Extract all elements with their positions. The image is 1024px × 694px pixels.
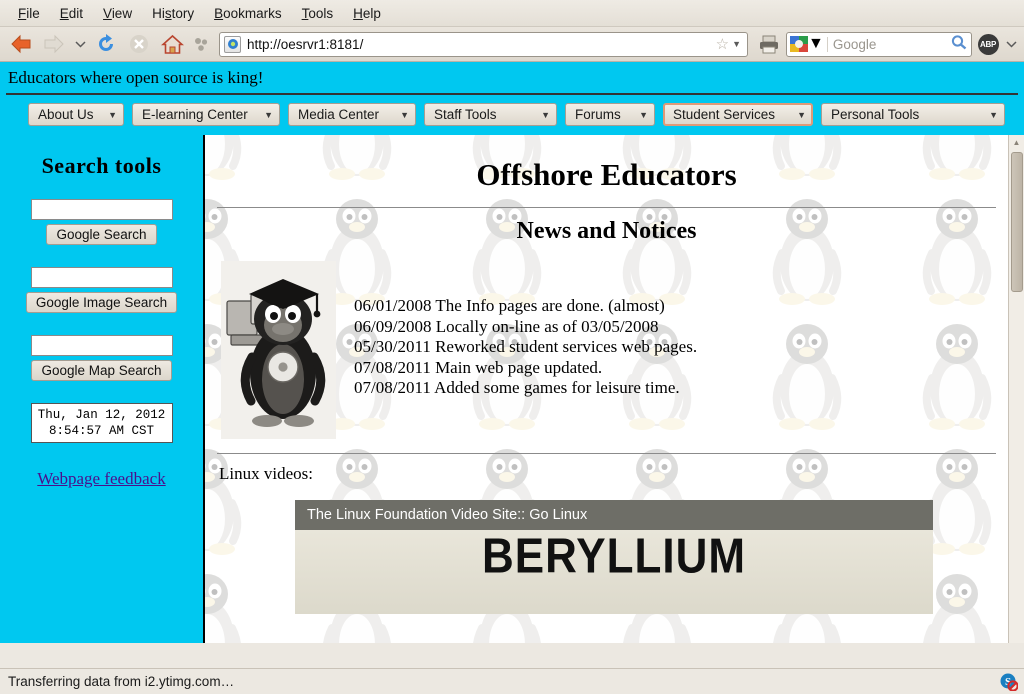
menu-tools[interactable]: Tools (292, 4, 344, 23)
url-bar[interactable]: http://oesrvr1:8181/ ☆ ▼ (219, 31, 748, 57)
browser-window: File Edit View History Bookmarks Tools Help (0, 0, 1024, 694)
nav-dropdown-label: Personal Tools (831, 107, 920, 122)
browser-menubar: File Edit View History Bookmarks Tools Help (0, 0, 1024, 27)
page-body: Search tools Google Search Google Image … (0, 135, 1024, 643)
menu-bookmarks[interactable]: Bookmarks (204, 4, 292, 23)
news-list: 06/01/2008 The Info pages are done. (alm… (354, 296, 697, 399)
graduate-penguin-image (221, 261, 336, 439)
chevron-down-icon: ▼ (264, 109, 273, 120)
nav-dropdown-student-services[interactable]: Student Services ▼ (663, 103, 813, 126)
site-nav-row: About Us ▼ E-learning Center ▼ Media Center ▼… (0, 103, 1024, 126)
chevron-down-icon: ▼ (400, 109, 409, 120)
news-item: 05/30/2011 Reworked student services web… (354, 337, 698, 356)
news-item: 06/09/2008 Locally on-line as of 03/05/2… (354, 316, 659, 336)
chevron-down-icon: ▼ (797, 109, 806, 120)
page-scrollbar[interactable]: ▲ (1008, 135, 1024, 643)
sidebar-search-tools: Search tools Google Search Google Image … (0, 135, 205, 643)
video-embed[interactable]: The Linux Foundation Video Site:: Go Lin… (295, 500, 933, 614)
menu-history[interactable]: History (142, 4, 204, 23)
back-arrow-icon[interactable] (6, 30, 36, 58)
search-input[interactable]: Google (826, 36, 950, 52)
main-content: Offshore Educators News and Notices 06/0… (205, 135, 1008, 643)
google-map-search-button[interactable]: Google Map Search (31, 360, 172, 381)
video-thumbnail[interactable]: BERYLLIUM (295, 530, 933, 614)
webpage-feedback-link[interactable]: Webpage feedback (37, 469, 165, 489)
skype-offline-icon[interactable]: S (1000, 673, 1019, 692)
google-logo-icon[interactable] (790, 36, 808, 52)
site-banner: Educators where open source is king! (0, 62, 1024, 93)
home-icon[interactable] (157, 30, 187, 58)
menu-help[interactable]: Help (343, 4, 391, 23)
adblock-dropdown-icon[interactable] (1004, 30, 1018, 58)
bookmark-star-icon[interactable]: ☆ (716, 35, 729, 53)
menu-file[interactable]: File (8, 4, 50, 23)
clock-time: 8:54:57 AM CST (48, 424, 155, 438)
video-thumbnail-text: BERYLLIUM (481, 530, 747, 584)
google-image-search-button[interactable]: Google Image Search (25, 292, 178, 313)
url-text[interactable]: http://oesrvr1:8181/ (247, 37, 713, 52)
news-item: 07/08/2011 Added some games for leisure … (354, 378, 680, 397)
divider-top (217, 207, 996, 208)
scrollbar-thumb[interactable] (1011, 152, 1023, 292)
adblock-plus-icon[interactable]: ABP (975, 30, 1001, 58)
nav-dropdown-label: Media Center (298, 107, 380, 122)
site-nav-band: About Us ▼ E-learning Center ▼ Media Center ▼… (0, 93, 1024, 135)
abp-badge: ABP (977, 33, 999, 55)
video-section-label: Linux videos: (219, 464, 313, 483)
google-map-search-input[interactable] (30, 335, 173, 356)
google-search-button[interactable]: Google Search (46, 224, 157, 245)
reload-icon[interactable] (91, 30, 121, 58)
nav-dropdown-label: About Us (38, 107, 94, 122)
feed-icon[interactable] (190, 30, 212, 58)
search-engine-dropdown-icon[interactable]: ▼ (808, 35, 824, 53)
chevron-down-icon: ▼ (639, 109, 648, 120)
nav-dropdown-staff-tools[interactable]: Staff Tools ▼ (424, 103, 557, 126)
search-magnifier-icon[interactable] (950, 34, 968, 55)
news-item: 06/01/2008 The Info pages are done. (alm… (354, 296, 665, 315)
stop-icon (124, 30, 154, 58)
google-search-input[interactable] (30, 199, 173, 220)
menu-view[interactable]: View (93, 4, 142, 23)
nav-dropdown-e-learning-center[interactable]: E-learning Center ▼ (132, 103, 280, 126)
video-title[interactable]: The Linux Foundation Video Site:: Go Lin… (295, 500, 933, 530)
menu-edit[interactable]: Edit (50, 4, 93, 23)
browser-navigation-toolbar: http://oesrvr1:8181/ ☆ ▼ ▼ Google ABP (0, 27, 1024, 62)
status-message: Transferring data from i2.ytimg.com… (8, 674, 235, 689)
url-dropdown-icon[interactable]: ▼ (732, 39, 741, 49)
page-title: Offshore Educators (476, 157, 737, 192)
search-bar[interactable]: ▼ Google (786, 31, 972, 57)
chevron-down-icon: ▼ (108, 109, 117, 120)
print-icon[interactable] (755, 30, 783, 58)
nav-divider (6, 93, 1018, 95)
nav-dropdown-label: E-learning Center (142, 107, 248, 122)
site-tagline: Educators where open source is king! (8, 67, 264, 87)
divider-bottom (217, 453, 996, 454)
news-item: 07/08/2011 Main web page updated. (354, 357, 603, 377)
clock-display: Thu, Jan 12, 2012 8:54:57 AM CST (30, 403, 173, 443)
nav-dropdown-forums[interactable]: Forums ▼ (565, 103, 655, 126)
nav-dropdown-label: Student Services (673, 107, 776, 122)
chevron-down-icon: ▼ (541, 109, 550, 120)
news-heading: News and Notices (516, 218, 697, 244)
nav-dropdown-media-center[interactable]: Media Center ▼ (288, 103, 416, 126)
clock-date: Thu, Jan 12, 2012 (37, 408, 166, 422)
history-dropdown-icon[interactable] (72, 30, 88, 58)
chevron-down-icon: ▼ (989, 109, 998, 120)
nav-dropdown-personal-tools[interactable]: Personal Tools ▼ (821, 103, 1005, 126)
nav-dropdown-label: Staff Tools (434, 107, 497, 122)
nav-dropdown-about-us[interactable]: About Us ▼ (28, 103, 124, 126)
forward-arrow-icon (39, 30, 69, 58)
status-bar: Transferring data from i2.ytimg.com… S (0, 668, 1024, 694)
scroll-up-icon[interactable]: ▲ (1009, 135, 1024, 150)
sidebar-heading: Search tools (41, 153, 162, 178)
news-row: 06/01/2008 The Info pages are done. (alm… (217, 261, 996, 439)
site-favicon (224, 35, 241, 53)
nav-dropdown-label: Forums (575, 107, 621, 122)
google-image-search-input[interactable] (30, 267, 173, 288)
